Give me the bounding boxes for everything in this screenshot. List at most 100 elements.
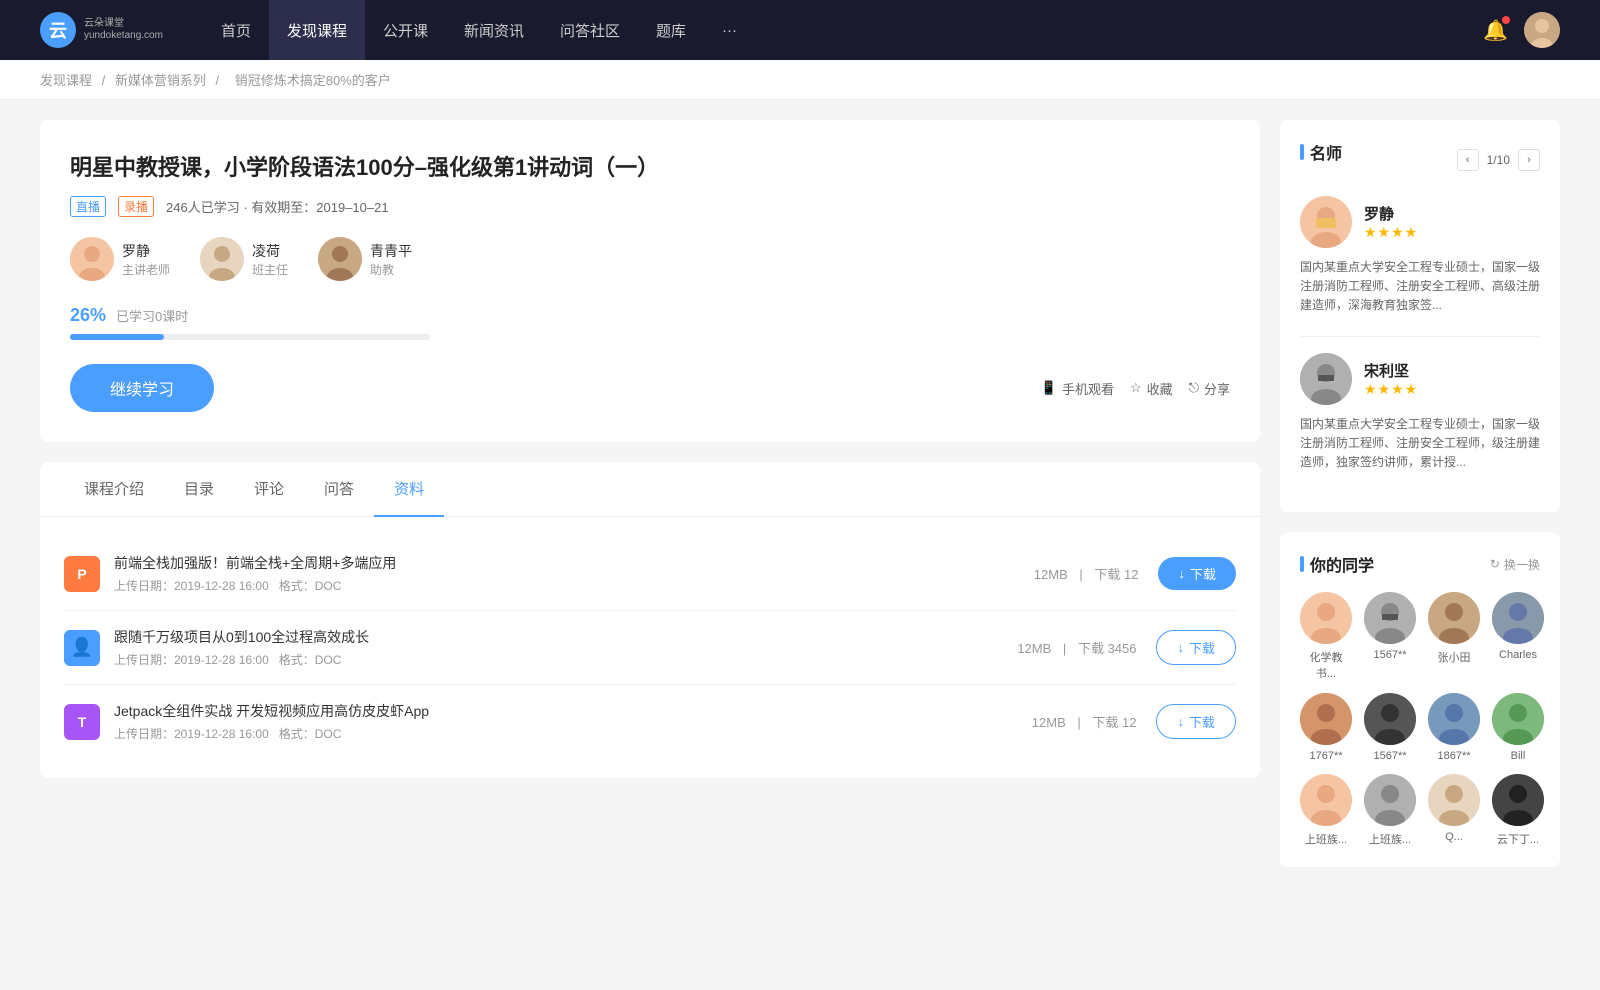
classmate-name-2: 张小田 bbox=[1438, 649, 1471, 665]
classmate-name-10: Q... bbox=[1445, 831, 1463, 843]
download-button-0[interactable]: ↓ 下载 bbox=[1158, 557, 1236, 590]
resource-info-2: Jetpack全组件实战 开发短视频应用高仿皮皮虾App 上传日期：2019-1… bbox=[114, 701, 1032, 742]
classmates-title: 你的同学 bbox=[1300, 552, 1374, 576]
nav-item-home[interactable]: 首页 bbox=[203, 0, 269, 60]
classmate-avatar-10 bbox=[1428, 774, 1480, 826]
classmate-item-10: Q... bbox=[1428, 774, 1480, 847]
tabs-header: 课程介绍 目录 评论 问答 资料 bbox=[40, 462, 1260, 517]
download-button-1[interactable]: ↓ 下载 bbox=[1156, 630, 1236, 665]
share-button[interactable]: ⎋ 分享 bbox=[1189, 379, 1230, 398]
teacher-avatar-2 bbox=[318, 237, 362, 281]
teacher-sidebar-desc-1: 国内某重点大学安全工程专业硕士，国家一级注册消防工程师、注册安全工程师，级注册建… bbox=[1300, 415, 1540, 473]
nav-item-news[interactable]: 新闻资讯 bbox=[446, 0, 542, 60]
classmate-avatar-9 bbox=[1364, 774, 1416, 826]
classmate-avatar-0 bbox=[1300, 592, 1352, 644]
resource-stats-1: 12MB | 下载 3456 bbox=[1017, 638, 1136, 657]
teacher-name-2: 青青平 bbox=[370, 241, 412, 261]
resource-meta-1: 上传日期：2019-12-28 16:00 格式：DOC bbox=[114, 651, 1017, 668]
teachers-list: 罗静 主讲老师 凌荷 班主任 bbox=[70, 237, 1230, 281]
share-icon: ⎋ bbox=[1189, 380, 1199, 396]
tab-resources[interactable]: 资料 bbox=[374, 462, 444, 517]
classmate-avatar-11 bbox=[1492, 774, 1544, 826]
nav-item-qa[interactable]: 问答社区 bbox=[542, 0, 638, 60]
nav-item-open[interactable]: 公开课 bbox=[365, 0, 446, 60]
nav-item-quiz[interactable]: 题库 bbox=[638, 0, 704, 60]
course-enrollment: 246人已学习 · 有效期至：2019–10–21 bbox=[166, 197, 389, 216]
resource-name-0: 前端全栈加强版！前端全栈+全周期+多端应用 bbox=[114, 553, 1034, 573]
logo-text: 云朵课堂 yundoketang.com bbox=[84, 18, 163, 42]
resource-meta-0: 上传日期：2019-12-28 16:00 格式：DOC bbox=[114, 577, 1034, 594]
teachers-sidebar-title: 名师 bbox=[1300, 140, 1342, 164]
logo-icon: 云 bbox=[40, 12, 76, 48]
teacher-sidebar-desc-0: 国内某重点大学安全工程专业硕士，国家一级注册消防工程师、注册安全工程师、高级注册… bbox=[1300, 258, 1540, 316]
teacher-sidebar-header-0: 罗静 ★★★★ bbox=[1300, 196, 1540, 248]
navbar: 云 云朵课堂 yundoketang.com 首页 发现课程 公开课 新闻资讯 … bbox=[0, 0, 1600, 60]
teacher-sidebar-avatar-1 bbox=[1300, 353, 1352, 405]
tag-live: 直播 bbox=[70, 196, 106, 217]
nav-right: 🔔 bbox=[1483, 12, 1560, 48]
teacher-avatar-1 bbox=[200, 237, 244, 281]
main-layout: 明星中教授课，小学阶段语法100分–强化级第1讲动词（一） 直播 录播 246人… bbox=[0, 100, 1600, 907]
classmates-grid: 化学教书... 1567** 张小田 bbox=[1300, 592, 1540, 847]
classmate-name-6: 1867** bbox=[1437, 750, 1470, 762]
classmate-avatar-5 bbox=[1364, 693, 1416, 745]
classmate-item-9: 上班族... bbox=[1364, 774, 1416, 847]
breadcrumb-link-series[interactable]: 新媒体营销系列 bbox=[115, 73, 206, 88]
teacher-sidebar-item-0: 罗静 ★★★★ 国内某重点大学安全工程专业硕士，国家一级注册消防工程师、注册安全… bbox=[1300, 196, 1540, 316]
classmate-name-0: 化学教书... bbox=[1300, 649, 1352, 681]
nav-item-more[interactable]: ··· bbox=[704, 0, 755, 60]
classmate-avatar-8 bbox=[1300, 774, 1352, 826]
download-button-2[interactable]: ↓ 下载 bbox=[1156, 704, 1236, 739]
nav-item-discover[interactable]: 发现课程 bbox=[269, 0, 365, 60]
teacher-info-0: 罗静 主讲老师 bbox=[122, 241, 170, 278]
tabs-body: P 前端全栈加强版！前端全栈+全周期+多端应用 上传日期：2019-12-28 … bbox=[40, 517, 1260, 778]
classmates-card: 你的同学 ↻ 换一换 化学教书... bbox=[1280, 532, 1560, 867]
course-title: 明星中教授课，小学阶段语法100分–强化级第1讲动词（一） bbox=[70, 150, 1230, 182]
tabs-card: 课程介绍 目录 评论 问答 资料 P 前端全栈加强版！前端全栈+全周期+多端应用… bbox=[40, 462, 1260, 778]
teacher-info-1: 凌荷 班主任 bbox=[252, 241, 288, 278]
continue-learning-button[interactable]: 继续学习 bbox=[70, 364, 214, 412]
breadcrumb-current: 销冠修炼术搞定80%的客户 bbox=[235, 73, 391, 88]
refresh-classmates-button[interactable]: ↻ 换一换 bbox=[1490, 556, 1540, 573]
teacher-sidebar-avatar-0 bbox=[1300, 196, 1352, 248]
resource-item: 👤 跟随千万级项目从0到100全过程高效成长 上传日期：2019-12-28 1… bbox=[64, 611, 1236, 685]
teacher-role-0: 主讲老师 bbox=[122, 261, 170, 278]
user-avatar[interactable] bbox=[1524, 12, 1560, 48]
resource-item: T Jetpack全组件实战 开发短视频应用高仿皮皮虾App 上传日期：2019… bbox=[64, 685, 1236, 758]
teacher-stars-0: ★★★★ bbox=[1364, 224, 1418, 241]
tab-catalog[interactable]: 目录 bbox=[164, 462, 234, 517]
classmate-item-4: 1767** bbox=[1300, 693, 1352, 762]
teacher-sidebar-header-1: 宋利坚 ★★★★ bbox=[1300, 353, 1540, 405]
classmate-item-7: Bill bbox=[1492, 693, 1544, 762]
resource-name-2: Jetpack全组件实战 开发短视频应用高仿皮皮虾App bbox=[114, 701, 1032, 721]
sidebar: 名师 ‹ 1/10 › bbox=[1280, 120, 1560, 887]
teacher-stars-1: ★★★★ bbox=[1364, 381, 1418, 398]
classmate-avatar-1 bbox=[1364, 592, 1416, 644]
bell-icon[interactable]: 🔔 bbox=[1483, 18, 1508, 43]
teacher-sidebar-name-0: 罗静 bbox=[1364, 203, 1418, 224]
teachers-next-button[interactable]: › bbox=[1518, 149, 1540, 171]
classmate-name-11: 云下丁... bbox=[1497, 831, 1539, 847]
resource-info-0: 前端全栈加强版！前端全栈+全周期+多端应用 上传日期：2019-12-28 16… bbox=[114, 553, 1034, 594]
resource-icon-2: T bbox=[64, 704, 100, 740]
mobile-view-button[interactable]: 📱 手机观看 bbox=[1041, 379, 1114, 398]
teacher-avatar-0 bbox=[70, 237, 114, 281]
tab-qa[interactable]: 问答 bbox=[304, 462, 374, 517]
progress-bar-fill bbox=[70, 334, 164, 340]
teacher-role-2: 助教 bbox=[370, 261, 412, 278]
classmate-avatar-3 bbox=[1492, 592, 1544, 644]
breadcrumb-link-discover[interactable]: 发现课程 bbox=[40, 73, 92, 88]
progress-section: 26% 已学习0课时 bbox=[70, 305, 1230, 340]
teachers-page-info: 1/10 bbox=[1487, 153, 1510, 167]
teachers-prev-button[interactable]: ‹ bbox=[1457, 149, 1479, 171]
resource-icon-0: P bbox=[64, 556, 100, 592]
tab-intro[interactable]: 课程介绍 bbox=[64, 462, 164, 517]
collect-button[interactable]: ☆ 收藏 bbox=[1130, 379, 1173, 398]
classmates-header: 你的同学 ↻ 换一换 bbox=[1300, 552, 1540, 576]
course-card: 明星中教授课，小学阶段语法100分–强化级第1讲动词（一） 直播 录播 246人… bbox=[40, 120, 1260, 442]
logo[interactable]: 云 云朵课堂 yundoketang.com bbox=[40, 12, 163, 48]
download-icon: ↓ bbox=[1177, 714, 1184, 729]
resource-stats-0: 12MB | 下载 12 bbox=[1034, 564, 1139, 583]
progress-text: 已学习0课时 bbox=[116, 306, 188, 325]
tab-comments[interactable]: 评论 bbox=[234, 462, 304, 517]
